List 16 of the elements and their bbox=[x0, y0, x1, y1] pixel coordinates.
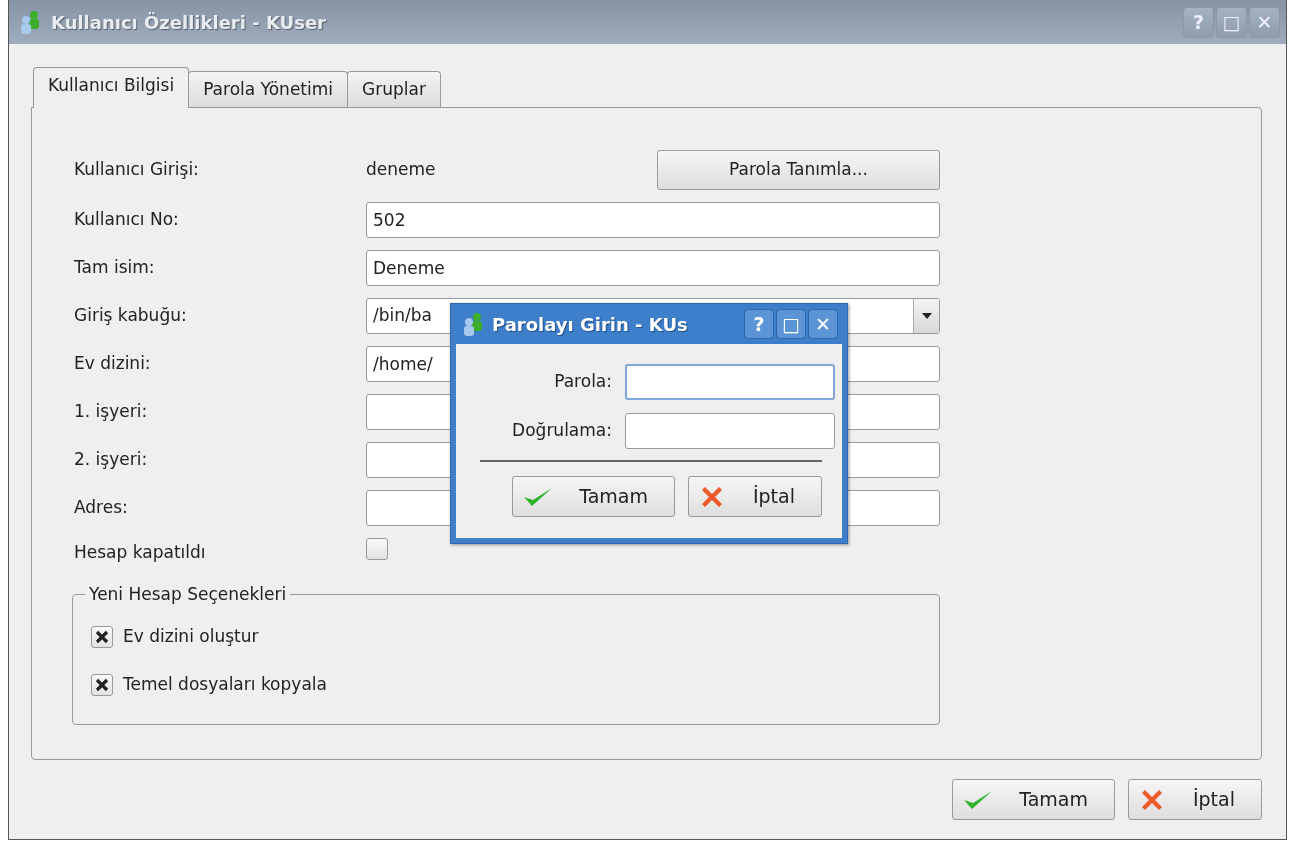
dialog-title: Parolayı Girin - KUs bbox=[492, 312, 689, 337]
field-label: Giriş kabuğu: bbox=[74, 304, 188, 328]
field-label: 1. işyeri: bbox=[74, 400, 149, 424]
field-label: Kullanıcı Girişi: bbox=[74, 158, 200, 182]
field-label: Ev dizini: bbox=[74, 352, 152, 376]
field-label: Kullanıcı No: bbox=[74, 208, 180, 232]
field-label: Tam isim: bbox=[74, 256, 156, 280]
field-label: Parola: bbox=[553, 370, 612, 394]
window-title: Kullanıcı Özellikleri - KUser bbox=[51, 10, 327, 35]
field-label: 2. işyeri: bbox=[74, 448, 149, 472]
field-value: deneme bbox=[366, 158, 436, 182]
checkbox-label: Ev dizini oluştur bbox=[123, 624, 259, 648]
checkbox-label: Temel dosyaları kopyala bbox=[123, 672, 327, 696]
field-label: Hesap kapatıldı bbox=[74, 541, 207, 564]
field-label: Doğrulama: bbox=[511, 419, 612, 443]
field-label: Adres: bbox=[74, 496, 129, 520]
